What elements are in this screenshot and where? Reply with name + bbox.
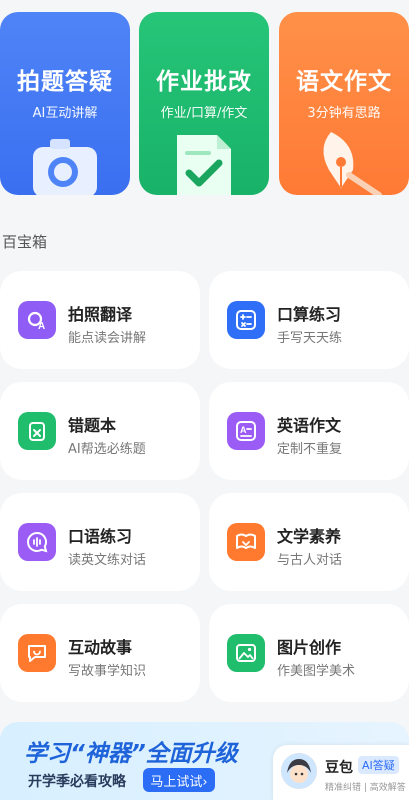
tool-name: 拍照翻译 xyxy=(68,305,133,324)
tool-name: 图片创作 xyxy=(277,638,342,657)
toolbox-title: 百宝箱 xyxy=(2,233,48,251)
tool-name: 口语练习 xyxy=(68,527,133,546)
card-title: 作业批改 xyxy=(156,69,252,95)
tool-name: 互动故事 xyxy=(68,638,133,657)
mistake-clipboard-icon xyxy=(18,412,56,450)
chinese-essay-card[interactable]: 语文作文 3分钟有思路 xyxy=(279,12,409,195)
tool-english-essay[interactable]: A 英语作文 定制不重复 xyxy=(209,382,409,480)
tool-mental-math[interactable]: 口算练习 手写天天练 xyxy=(209,271,409,369)
card-title: 拍题答疑 xyxy=(17,69,113,95)
tool-mistake-book[interactable]: 错题本 AI帮选必练题 xyxy=(0,382,200,480)
tool-photo-translate[interactable]: A 拍照翻译 能点读会讲解 xyxy=(0,271,200,369)
banner-subtitle: 开学季必看攻略 xyxy=(28,774,126,790)
assistant-subtitle: 精准纠错 | 高效解答 xyxy=(325,783,406,793)
camera-icon xyxy=(33,139,97,195)
tool-desc: 与古人对话 xyxy=(277,553,343,568)
homework-check-card[interactable]: 作业批改 作业/口算/作文 xyxy=(139,12,269,195)
tool-desc: 能点读会讲解 xyxy=(68,331,147,346)
avatar xyxy=(281,753,317,789)
tool-speaking-practice[interactable]: 口语练习 读英文练对话 xyxy=(0,493,200,591)
svg-text:A: A xyxy=(240,425,247,435)
assistant-card[interactable]: 豆包 AI答疑 精准纠错 | 高效解答 xyxy=(273,745,409,800)
banner-title: 学习“神器”全面升级 xyxy=(24,741,238,767)
ai-qa-badge: AI答疑 xyxy=(358,756,399,774)
image-icon xyxy=(227,634,265,672)
english-essay-icon: A xyxy=(227,412,265,450)
try-now-button[interactable]: 马上试试› xyxy=(143,768,215,792)
tool-desc: AI帮选必练题 xyxy=(68,442,146,457)
speech-bubble-icon xyxy=(18,523,56,561)
assistant-name: 豆包 xyxy=(325,760,353,776)
tool-interactive-story[interactable]: 互动故事 写故事学知识 xyxy=(0,604,200,702)
tool-desc: 手写天天练 xyxy=(277,331,343,346)
tool-literature[interactable]: 文学素养 与古人对话 xyxy=(209,493,409,591)
check-document-icon xyxy=(177,135,231,195)
pen-nib-icon xyxy=(323,132,382,195)
tool-desc: 作美图学美术 xyxy=(277,664,356,679)
tool-name: 英语作文 xyxy=(277,416,342,435)
translate-icon: A xyxy=(18,301,56,339)
photo-qa-card[interactable]: 拍题答疑 AI互动讲解 xyxy=(0,12,130,195)
tool-desc: 读英文练对话 xyxy=(68,553,147,568)
tool-name: 口算练习 xyxy=(277,305,342,324)
book-icon xyxy=(227,523,265,561)
tool-name: 错题本 xyxy=(68,416,117,435)
tool-desc: 定制不重复 xyxy=(277,442,343,457)
chat-story-icon xyxy=(18,634,56,672)
tool-image-creation[interactable]: 图片创作 作美图学美术 xyxy=(209,604,409,702)
tool-desc: 写故事学知识 xyxy=(68,664,147,679)
math-icon xyxy=(227,301,265,339)
tool-name: 文学素养 xyxy=(277,527,342,546)
card-title: 语文作文 xyxy=(296,69,392,95)
svg-text:A: A xyxy=(38,321,45,332)
